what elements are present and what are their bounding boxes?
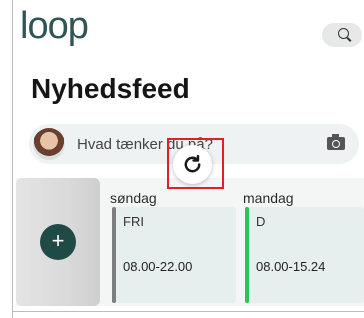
- avatar[interactable]: [33, 128, 65, 160]
- shift-card-sunday[interactable]: FRI 08.00-22.00: [112, 207, 236, 303]
- shift-time: 08.00-22.00: [123, 259, 193, 274]
- frame-bottom-border: [12, 311, 364, 312]
- page-title: Nyhedsfeed: [31, 73, 190, 104]
- shift-code: FRI: [123, 214, 144, 229]
- shift-code: D: [256, 214, 266, 229]
- add-shift-button[interactable]: +: [40, 224, 76, 260]
- camera-icon[interactable]: [327, 134, 345, 150]
- day-label-monday: mandag: [243, 190, 294, 206]
- day-label-sunday: søndag: [110, 190, 157, 206]
- shift-status-stripe: [245, 207, 249, 303]
- shift-card-monday[interactable]: D 08.00-15.24: [245, 207, 364, 303]
- refresh-highlight-box: [167, 138, 224, 189]
- app-logo[interactable]: loop: [20, 6, 89, 46]
- shift-time: 08.00-15.24: [256, 259, 326, 274]
- shift-status-stripe: [112, 207, 116, 303]
- frame-left-border: [12, 0, 13, 318]
- search-icon[interactable]: [338, 28, 349, 39]
